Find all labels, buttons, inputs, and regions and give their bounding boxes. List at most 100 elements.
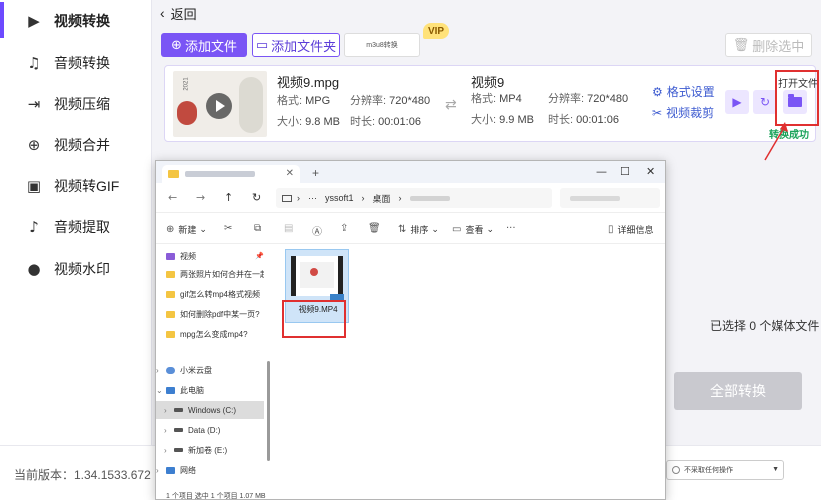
maximize-icon[interactable]: ☐ [620, 165, 630, 178]
computer-icon [282, 194, 292, 202]
file-explorer-window[interactable]: ✕ + — ☐ ✕ ← → ↑ ↻ › ··· yssoft1 › 桌面 › ⊕… [155, 160, 666, 500]
close-tab-icon[interactable]: ✕ [286, 168, 294, 179]
highlight-box [282, 300, 346, 338]
chevron-right-icon[interactable]: › [156, 466, 166, 475]
delete-selected-button[interactable]: 🗑 删除选中 [725, 33, 812, 57]
sidebar-item-label: 视频 [180, 251, 196, 261]
chevron-right-icon[interactable]: › [164, 446, 174, 455]
more-button[interactable]: ··· [506, 223, 520, 234]
video-merge-icon: ⊕ [27, 136, 41, 154]
sort-button[interactable]: ⇅ 排序 ⌄ [398, 223, 439, 236]
refresh-icon: ↻ [759, 95, 771, 109]
up-arrow-icon[interactable]: ↑ [224, 191, 233, 204]
minimize-icon[interactable]: — [596, 165, 607, 178]
sidebar-item-video-gif[interactable]: ▣ 视频转GIF [0, 167, 152, 205]
view-label: 查看 [465, 225, 484, 235]
format-settings-label: 格式设置 [666, 85, 715, 99]
breadcrumb-separator: › [398, 193, 402, 203]
sidebar-item-video-compress[interactable]: ⇥ 视频压缩 [0, 85, 152, 123]
output-file-name: 视频9 [471, 75, 505, 90]
gear-icon: ⚙ [652, 84, 663, 99]
sidebar-scrollbar[interactable] [266, 245, 272, 465]
cut-button[interactable]: ✂ [224, 223, 236, 234]
convert-all-button[interactable]: 全部转换 [674, 372, 802, 410]
back-button[interactable]: ‹ 返回 [160, 4, 197, 22]
trash-icon: 🗑 [368, 223, 381, 234]
format-settings-link[interactable]: ⚙ 格式设置 [652, 83, 715, 100]
delete-button[interactable]: 🗑 [368, 223, 385, 234]
sidebar-item-folder[interactable]: mpg怎么变成mp4? [156, 325, 264, 343]
paste-button[interactable]: ▤ [284, 223, 297, 234]
back-arrow-icon[interactable]: ← [168, 191, 177, 204]
sidebar-item-folder[interactable]: 两张照片如何合并在一起 [156, 265, 264, 283]
sidebar-item-drive-e[interactable]: › 新加卷 (E:) [156, 441, 264, 459]
sidebar-item-this-pc[interactable]: ⌄ 此电脑 [156, 381, 264, 399]
address-bar[interactable]: › ··· yssoft1 › 桌面 › [276, 188, 552, 208]
add-folder-label: 添加文件夹 [271, 38, 337, 54]
sidebar-item-label: 视频合并 [54, 137, 110, 153]
thumbnail-art [239, 77, 263, 133]
breadcrumb-item[interactable]: 桌面 [373, 192, 391, 205]
m3u8-convert-button[interactable]: m3u8转换 [344, 33, 420, 57]
sidebar-item-folder[interactable]: gif怎么转mp4格式视频 [156, 285, 264, 303]
video-crop-link[interactable]: ✂ 视频裁剪 [652, 104, 714, 121]
sidebar-item-audio-extract[interactable]: ♪ 音频提取 [0, 208, 152, 246]
preview-play-button[interactable]: ▶ [725, 90, 749, 114]
video-thumbnail[interactable]: 2021 [173, 71, 267, 137]
close-icon[interactable]: ✕ [646, 165, 655, 178]
after-action-select[interactable]: 不采取任何操作 ▼ [666, 460, 784, 480]
share-icon: ⇪ [340, 223, 349, 234]
thumbnail-year: 2021 [183, 77, 190, 91]
sidebar-item-video-convert[interactable]: ▶ 视频转换 [0, 2, 152, 40]
play-icon[interactable] [206, 93, 232, 119]
chevron-down-icon: ▼ [772, 466, 779, 473]
sidebar-item-drive-d[interactable]: › Data (D:) [156, 421, 264, 439]
breadcrumb-item[interactable]: yssoft1 [325, 193, 354, 203]
folder-icon [166, 310, 175, 318]
explorer-file-area[interactable]: 视频9.MP4 [273, 245, 665, 485]
thumbnail-art [177, 101, 197, 125]
source-file-name: 视频9.mpg [277, 75, 340, 90]
scissors-icon: ✂ [652, 105, 663, 120]
back-label: 返回 [170, 6, 197, 22]
sidebar-item-watermark[interactable]: ● 视频水印 [0, 250, 152, 288]
search-input[interactable] [560, 188, 660, 208]
video-file-icon [291, 256, 343, 296]
after-action-label: 不采取任何操作 [684, 467, 733, 474]
sidebar-item-network[interactable]: › 网络 [156, 461, 264, 479]
details-button[interactable]: ▯ 详细信息 [608, 223, 654, 236]
vip-badge: VIP [423, 23, 449, 39]
sidebar-item-audio-convert[interactable]: ♫ 音频转换 [0, 44, 152, 82]
sidebar-item-label: 音频提取 [54, 219, 110, 235]
sidebar-item-drive-c[interactable]: › Windows (C:) [156, 401, 264, 419]
sidebar-item-label: 视频压缩 [54, 96, 110, 112]
chevron-right-icon[interactable]: › [164, 426, 174, 435]
add-folder-button[interactable]: ▭ 添加文件夹 [252, 33, 340, 57]
view-button[interactable]: ▭ 查看 ⌄ [452, 223, 494, 236]
chevron-down-icon[interactable]: ⌄ [156, 386, 166, 395]
add-file-button[interactable]: ⊕ 添加文件 [161, 33, 247, 57]
computer-icon [166, 386, 175, 394]
chevron-right-icon[interactable]: › [164, 406, 174, 415]
reconvert-button[interactable]: ↻ [753, 90, 777, 114]
share-button[interactable]: ⇪ [340, 223, 352, 234]
explorer-tab[interactable]: ✕ [162, 165, 300, 183]
sidebar-item-videos[interactable]: 视频 📌 [156, 247, 264, 265]
file-card[interactable]: 2021 视频9.mpg 格式: MPG 分辨率: 720*480 大小: 9.… [164, 65, 816, 142]
forward-arrow-icon[interactable]: → [196, 191, 205, 204]
details-label: 详细信息 [617, 225, 654, 235]
new-tab-button[interactable]: + [312, 166, 319, 180]
drive-icon [174, 428, 183, 432]
sidebar-item-label: 视频转GIF [54, 178, 120, 194]
sidebar-item-folder[interactable]: 如何删除pdf中某一页? [156, 305, 264, 323]
sidebar-item-cloud[interactable]: › 小米云盘 [156, 361, 264, 379]
new-button[interactable]: ⊕ 新建 ⌄ [166, 223, 207, 236]
chevron-right-icon[interactable]: › [156, 366, 166, 375]
audio-extract-icon: ♪ [29, 218, 39, 236]
sidebar-item-video-merge[interactable]: ⊕ 视频合并 [0, 126, 152, 164]
refresh-icon[interactable]: ↻ [252, 191, 261, 204]
copy-button[interactable]: ⧉ [254, 223, 265, 234]
rename-button[interactable]: Ⓐ [312, 223, 326, 238]
watermark-icon: ● [27, 260, 41, 278]
sort-icon: ⇅ [398, 224, 407, 235]
